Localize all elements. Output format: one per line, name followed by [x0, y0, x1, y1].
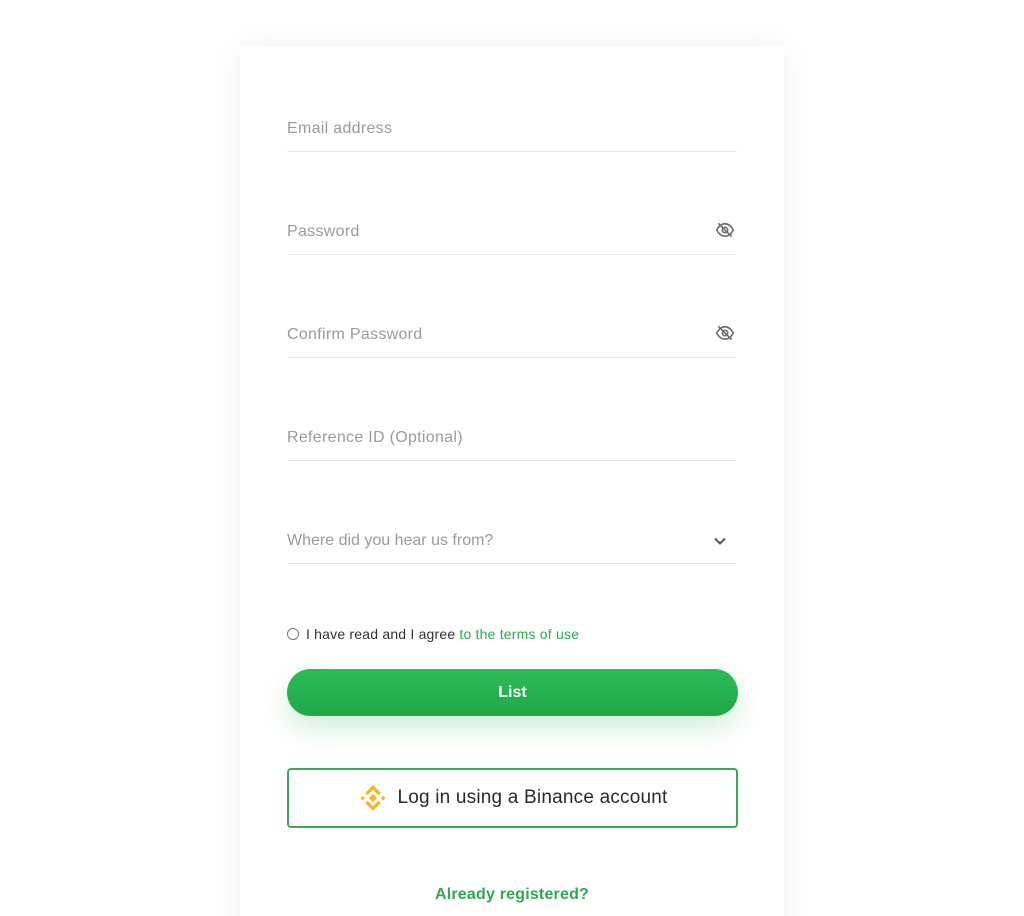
email-field-container	[287, 108, 737, 152]
chevron-down-icon	[714, 537, 726, 545]
reference-id-field[interactable]	[287, 417, 697, 459]
password-field[interactable]	[287, 211, 697, 253]
confirm-password-field[interactable]	[287, 314, 697, 356]
eye-slash-icon[interactable]	[715, 324, 735, 342]
binance-logo-icon	[360, 785, 387, 811]
binance-login-button[interactable]: Log in using a Binance account	[287, 768, 738, 828]
eye-slash-icon[interactable]	[715, 221, 735, 239]
terms-row: I have read and I agree to the terms of …	[287, 625, 579, 643]
binance-login-label: Log in using a Binance account	[397, 787, 668, 808]
terms-of-use-link[interactable]: to the terms of use	[459, 626, 579, 642]
terms-text: I have read and I agree	[306, 626, 456, 642]
signup-page: Where did you hear us from? I have read …	[0, 0, 1024, 916]
submit-button[interactable]: List	[287, 669, 738, 716]
source-select-value: Where did you hear us from?	[287, 532, 494, 549]
password-field-container	[287, 211, 737, 255]
reference-id-field-container	[287, 417, 737, 461]
already-registered-link[interactable]: Already registered?	[0, 886, 1024, 904]
confirm-password-field-container	[287, 314, 737, 358]
terms-radio[interactable]	[287, 628, 299, 640]
source-select[interactable]: Where did you hear us from?	[287, 520, 737, 564]
email-field[interactable]	[287, 108, 697, 150]
